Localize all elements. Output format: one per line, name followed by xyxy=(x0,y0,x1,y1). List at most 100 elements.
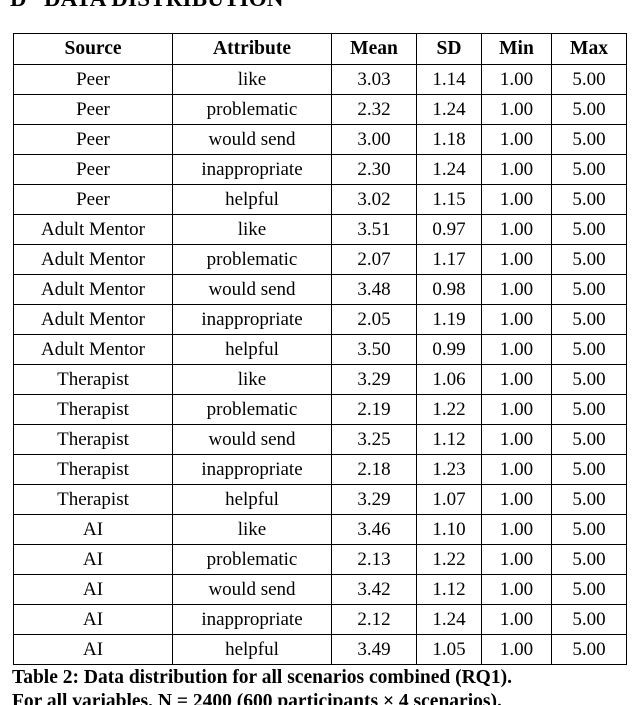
cell-mean: 3.29 xyxy=(331,484,417,515)
cell-sd: 1.12 xyxy=(416,574,482,605)
table-row: Therapist like 3.29 1.06 1.00 5.00 xyxy=(13,364,627,395)
cell-max: 5.00 xyxy=(551,514,627,545)
column-header-attribute: Attribute xyxy=(172,33,332,65)
cell-max: 5.00 xyxy=(551,454,627,485)
cell-sd: 1.24 xyxy=(416,604,482,635)
cell-min: 1.00 xyxy=(481,394,552,425)
cell-sd: 0.99 xyxy=(416,334,482,365)
cell-max: 5.00 xyxy=(551,394,627,425)
cell-source: Adult Mentor xyxy=(13,334,173,365)
cell-min: 1.00 xyxy=(481,94,552,125)
cell-mean: 3.46 xyxy=(331,514,417,545)
cell-attribute: like xyxy=(172,364,332,395)
cell-source: Peer xyxy=(13,94,173,125)
cell-source: AI xyxy=(13,604,173,635)
cell-mean: 3.25 xyxy=(331,424,417,455)
table-row: AI problematic 2.13 1.22 1.00 5.00 xyxy=(13,544,627,575)
cell-min: 1.00 xyxy=(481,214,552,245)
cell-source: AI xyxy=(13,544,173,575)
cell-source: AI xyxy=(13,574,173,605)
section-heading-number: D xyxy=(10,0,44,12)
cell-min: 1.00 xyxy=(481,544,552,575)
cell-source: Peer xyxy=(13,184,173,215)
cell-attribute: like xyxy=(172,514,332,545)
cell-min: 1.00 xyxy=(481,124,552,155)
cell-max: 5.00 xyxy=(551,94,627,125)
cell-mean: 2.13 xyxy=(331,544,417,575)
cell-source: Therapist xyxy=(13,364,173,395)
cell-mean: 3.42 xyxy=(331,574,417,605)
cell-attribute: inappropriate xyxy=(172,604,332,635)
cell-mean: 3.03 xyxy=(331,64,417,95)
cell-max: 5.00 xyxy=(551,244,627,275)
data-distribution-table: Source Attribute Mean SD Min Max Peer lik… xyxy=(13,33,627,665)
cell-min: 1.00 xyxy=(481,274,552,305)
cell-mean: 2.12 xyxy=(331,604,417,635)
cell-attribute: would send xyxy=(172,574,332,605)
cell-source: Therapist xyxy=(13,394,173,425)
table-caption: Table 2: Data distribution for all scena… xyxy=(12,666,634,705)
cell-min: 1.00 xyxy=(481,64,552,95)
cell-attribute: would send xyxy=(172,124,332,155)
cell-mean: 3.49 xyxy=(331,634,417,665)
cell-max: 5.00 xyxy=(551,124,627,155)
cell-sd: 1.15 xyxy=(416,184,482,215)
cell-sd: 1.22 xyxy=(416,544,482,575)
table-row: Adult Mentor like 3.51 0.97 1.00 5.00 xyxy=(13,214,627,245)
cell-source: Therapist xyxy=(13,484,173,515)
table-row: AI like 3.46 1.10 1.00 5.00 xyxy=(13,514,627,545)
table-row: AI inappropriate 2.12 1.24 1.00 5.00 xyxy=(13,604,627,635)
cell-attribute: helpful xyxy=(172,634,332,665)
cell-attribute: inappropriate xyxy=(172,304,332,335)
cell-source: Peer xyxy=(13,124,173,155)
cell-attribute: helpful xyxy=(172,334,332,365)
table-row: Adult Mentor would send 3.48 0.98 1.00 5.00 xyxy=(13,274,627,305)
cell-max: 5.00 xyxy=(551,424,627,455)
column-header-mean: Mean xyxy=(331,33,417,65)
table-row: AI helpful 3.49 1.05 1.00 5.00 xyxy=(13,634,627,665)
cell-source: Adult Mentor xyxy=(13,304,173,335)
cell-attribute: problematic xyxy=(172,544,332,575)
table-row: Peer helpful 3.02 1.15 1.00 5.00 xyxy=(13,184,627,215)
cell-source: Adult Mentor xyxy=(13,274,173,305)
cell-mean: 2.30 xyxy=(331,154,417,185)
cell-mean: 2.05 xyxy=(331,304,417,335)
cell-sd: 1.23 xyxy=(416,454,482,485)
cell-attribute: problematic xyxy=(172,394,332,425)
cell-max: 5.00 xyxy=(551,604,627,635)
cell-mean: 2.32 xyxy=(331,94,417,125)
column-header-min: Min xyxy=(481,33,552,65)
column-header-source: Source xyxy=(13,33,173,65)
cell-max: 5.00 xyxy=(551,154,627,185)
table-row: Adult Mentor inappropriate 2.05 1.19 1.00 5.0… xyxy=(13,304,627,335)
cell-source: Peer xyxy=(13,64,173,95)
cell-attribute: like xyxy=(172,214,332,245)
cell-min: 1.00 xyxy=(481,454,552,485)
table-row: Therapist helpful 3.29 1.07 1.00 5.00 xyxy=(13,484,627,515)
cell-min: 1.00 xyxy=(481,514,552,545)
cell-min: 1.00 xyxy=(481,574,552,605)
cell-min: 1.00 xyxy=(481,154,552,185)
cell-sd: 1.05 xyxy=(416,634,482,665)
cell-attribute: like xyxy=(172,64,332,95)
cell-min: 1.00 xyxy=(481,604,552,635)
cell-attribute: helpful xyxy=(172,484,332,515)
cell-max: 5.00 xyxy=(551,574,627,605)
table-row: Adult Mentor helpful 3.50 0.99 1.00 5.00 xyxy=(13,334,627,365)
cell-mean: 3.00 xyxy=(331,124,417,155)
cell-sd: 0.97 xyxy=(416,214,482,245)
cell-source: Peer xyxy=(13,154,173,185)
section-heading: DDATA DISTRIBUTION xyxy=(10,0,630,12)
cell-attribute: would send xyxy=(172,274,332,305)
cell-sd: 0.98 xyxy=(416,274,482,305)
cell-min: 1.00 xyxy=(481,334,552,365)
cell-sd: 1.06 xyxy=(416,364,482,395)
cell-sd: 1.22 xyxy=(416,394,482,425)
cell-mean: 2.18 xyxy=(331,454,417,485)
table-row: Peer inappropriate 2.30 1.24 1.00 5.00 xyxy=(13,154,627,185)
cell-mean: 3.29 xyxy=(331,364,417,395)
cell-mean: 3.51 xyxy=(331,214,417,245)
table-row: Peer problematic 2.32 1.24 1.00 5.00 xyxy=(13,94,627,125)
cell-max: 5.00 xyxy=(551,184,627,215)
cell-sd: 1.19 xyxy=(416,304,482,335)
